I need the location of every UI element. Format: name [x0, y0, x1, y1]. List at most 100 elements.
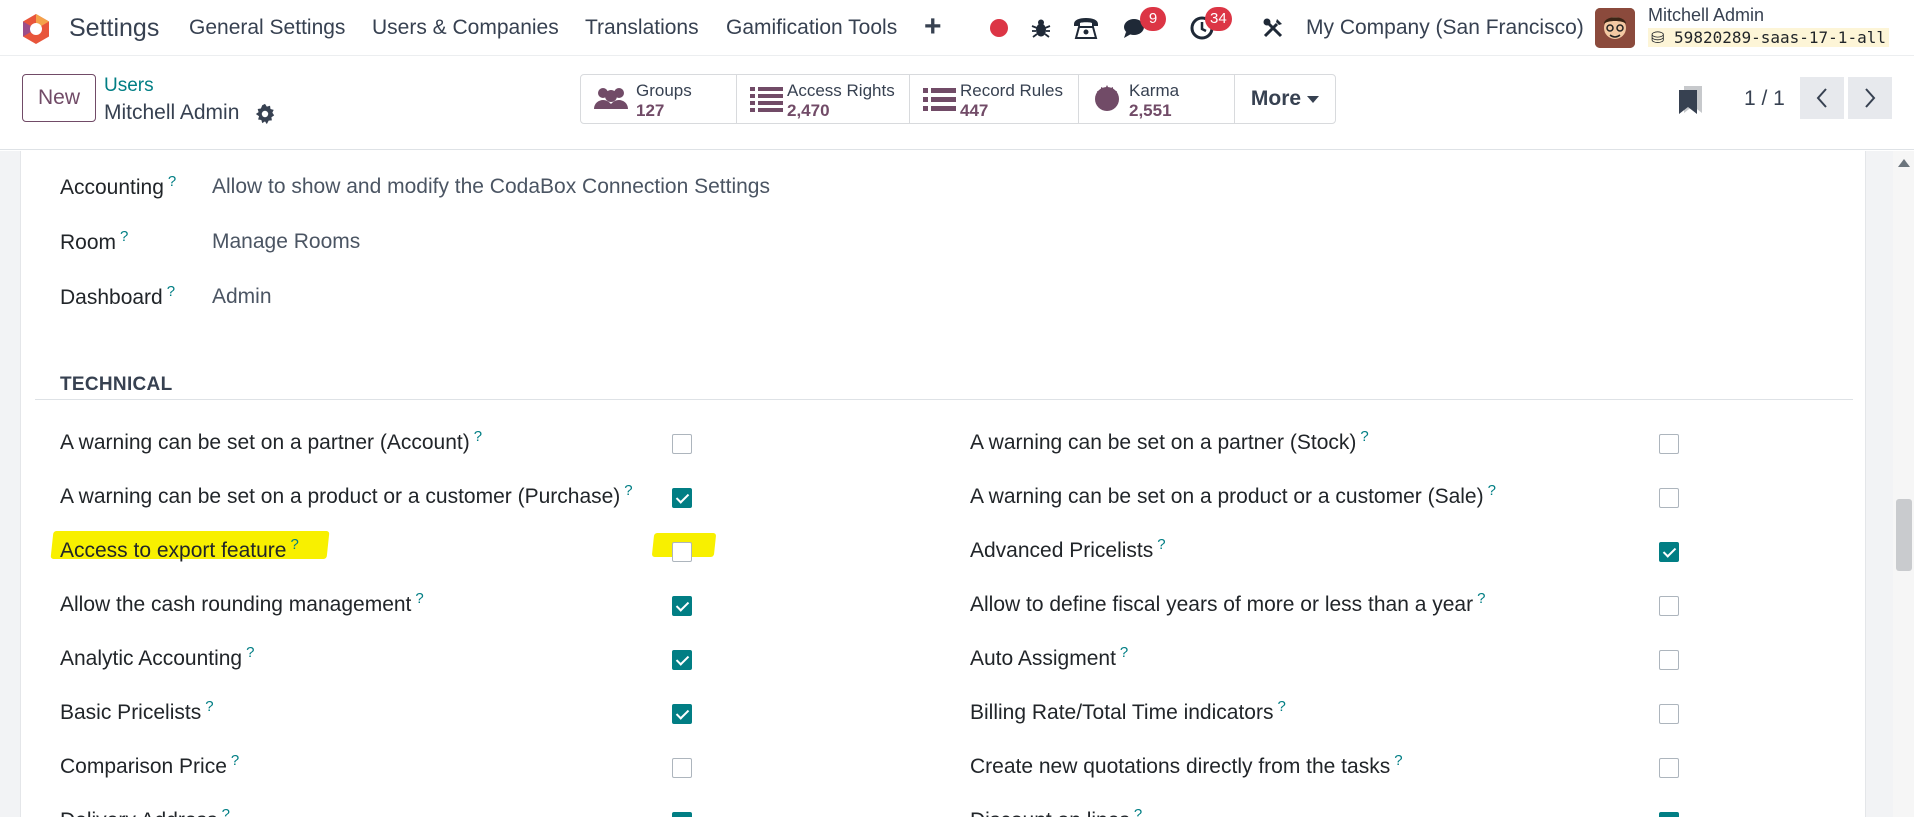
settings-app-logo-icon[interactable]	[20, 12, 52, 44]
chevron-right-icon	[1865, 88, 1876, 108]
option-label: Allow the cash rounding management	[60, 593, 412, 616]
record-dot-icon[interactable]	[985, 14, 1013, 42]
option-checkbox[interactable]	[672, 488, 692, 508]
help-tooltip-icon[interactable]: ?	[231, 752, 239, 769]
help-tooltip-icon[interactable]: ?	[1120, 644, 1128, 661]
help-tooltip-icon[interactable]: ?	[1277, 698, 1285, 715]
more-dropdown-button[interactable]: More	[1235, 75, 1335, 123]
technical-option-row: Advanced Pricelists?	[970, 536, 1166, 563]
option-label: Access to export feature	[60, 539, 287, 562]
field-label: Dashboard?	[60, 283, 176, 309]
menu-general-settings[interactable]: General Settings	[189, 16, 345, 40]
help-tooltip-icon[interactable]: ?	[415, 590, 423, 607]
scrollbar-thumb[interactable]	[1896, 499, 1912, 571]
help-tooltip-icon[interactable]: ?	[205, 698, 213, 715]
vertical-scrollbar[interactable]	[1893, 151, 1914, 817]
bookmark-icon[interactable]	[1678, 85, 1704, 115]
karma-smart-button[interactable]: Karma 2,551	[1079, 75, 1235, 123]
help-tooltip-icon[interactable]: ?	[624, 482, 632, 499]
list-icon	[923, 88, 956, 111]
company-switcher[interactable]: My Company (San Francisco)	[1306, 16, 1584, 40]
field-label: Accounting?	[60, 173, 177, 199]
option-checkbox[interactable]	[1659, 488, 1679, 508]
technical-option-row: Access to export feature?	[60, 536, 299, 563]
pager-next-button[interactable]	[1848, 77, 1892, 119]
help-tooltip-icon[interactable]: ?	[246, 644, 254, 661]
access-rights-count: 2,470	[787, 101, 830, 120]
option-checkbox[interactable]	[1659, 596, 1679, 616]
option-label: A warning can be set on a product or a c…	[970, 485, 1484, 508]
debug-bug-icon[interactable]	[1027, 14, 1055, 42]
tools-icon[interactable]	[1259, 14, 1287, 42]
option-checkbox[interactable]	[1659, 650, 1679, 670]
help-tooltip-icon[interactable]: ?	[120, 228, 128, 245]
help-tooltip-icon[interactable]: ?	[222, 806, 230, 817]
activities-count-badge: 34	[1205, 7, 1232, 31]
app-name[interactable]: Settings	[69, 14, 159, 43]
karma-count: 2,551	[1129, 101, 1172, 120]
pager-previous-button[interactable]	[1800, 77, 1844, 119]
karma-label: Karma	[1129, 81, 1180, 100]
option-checkbox[interactable]	[1659, 434, 1679, 454]
option-label: Comparison Price	[60, 755, 227, 778]
section-divider	[35, 399, 1853, 400]
quick-create-plus-icon[interactable]: +	[924, 10, 942, 44]
chevron-left-icon	[1816, 88, 1827, 108]
option-checkbox[interactable]	[1659, 542, 1679, 562]
technical-option-row: Basic Pricelists?	[60, 698, 214, 725]
help-tooltip-icon[interactable]: ?	[1477, 590, 1485, 607]
technical-option-row: Delivery Address?	[60, 806, 230, 817]
menu-gamification-tools[interactable]: Gamification Tools	[726, 16, 897, 40]
access-rights-label: Access Rights	[787, 81, 895, 100]
scroll-up-arrow-icon[interactable]	[1898, 159, 1910, 167]
technical-option-row: Allow the cash rounding management?	[60, 590, 424, 617]
option-checkbox[interactable]	[672, 704, 692, 724]
technical-option-row: Analytic Accounting?	[60, 644, 254, 671]
menu-users-companies[interactable]: Users & Companies	[372, 16, 559, 40]
breadcrumb-users-link[interactable]: Users	[104, 75, 154, 97]
help-tooltip-icon[interactable]: ?	[168, 173, 176, 190]
option-label: Basic Pricelists	[60, 701, 202, 724]
new-button[interactable]: New	[22, 74, 96, 122]
top-navbar: Settings General Settings Users & Compan…	[0, 0, 1914, 56]
field-value[interactable]: Admin	[212, 285, 272, 309]
field-value[interactable]: Manage Rooms	[212, 230, 360, 254]
groups-smart-button[interactable]: Groups 127	[581, 75, 737, 123]
groups-label: Groups	[636, 81, 692, 100]
control-panel: New Users Mitchell Admin Groups 127 Acce…	[0, 57, 1914, 150]
field-label: Room?	[60, 228, 129, 254]
option-checkbox[interactable]	[672, 812, 692, 817]
option-checkbox[interactable]	[1659, 704, 1679, 724]
help-tooltip-icon[interactable]: ?	[474, 428, 482, 445]
option-checkbox[interactable]	[1659, 758, 1679, 778]
help-tooltip-icon[interactable]: ?	[167, 283, 175, 300]
help-tooltip-icon[interactable]: ?	[290, 536, 298, 553]
help-tooltip-icon[interactable]: ?	[1134, 806, 1142, 817]
pager-value[interactable]: 1 / 1	[1744, 87, 1785, 111]
technical-option-row: A warning can be set on a partner (Accou…	[60, 428, 482, 455]
karma-badge-icon	[1095, 85, 1119, 111]
option-checkbox[interactable]	[672, 758, 692, 778]
help-tooltip-icon[interactable]: ?	[1157, 536, 1165, 553]
record-rules-smart-button[interactable]: Record Rules 447	[910, 75, 1079, 123]
user-avatar[interactable]	[1595, 8, 1635, 48]
option-checkbox[interactable]	[672, 542, 692, 562]
field-value[interactable]: Allow to show and modify the CodaBox Con…	[212, 175, 770, 199]
access-rights-smart-button[interactable]: Access Rights 2,470	[737, 75, 910, 123]
help-tooltip-icon[interactable]: ?	[1394, 752, 1402, 769]
menu-translations[interactable]: Translations	[585, 16, 699, 40]
option-label: Discount on lines	[970, 809, 1130, 817]
help-tooltip-icon[interactable]: ?	[1488, 482, 1496, 499]
option-label: Auto Assigment	[970, 647, 1116, 670]
option-checkbox[interactable]	[672, 650, 692, 670]
option-label: Analytic Accounting	[60, 647, 243, 670]
option-checkbox[interactable]	[1659, 812, 1679, 817]
gear-icon[interactable]	[254, 103, 276, 125]
option-checkbox[interactable]	[672, 434, 692, 454]
help-tooltip-icon[interactable]: ?	[1360, 428, 1368, 445]
option-label: Create new quotations directly from the …	[970, 755, 1391, 778]
option-label: A warning can be set on a partner (Stock…	[970, 431, 1357, 454]
phone-icon[interactable]	[1072, 14, 1100, 42]
option-checkbox[interactable]	[672, 596, 692, 616]
user-name[interactable]: Mitchell Admin	[1648, 5, 1764, 26]
